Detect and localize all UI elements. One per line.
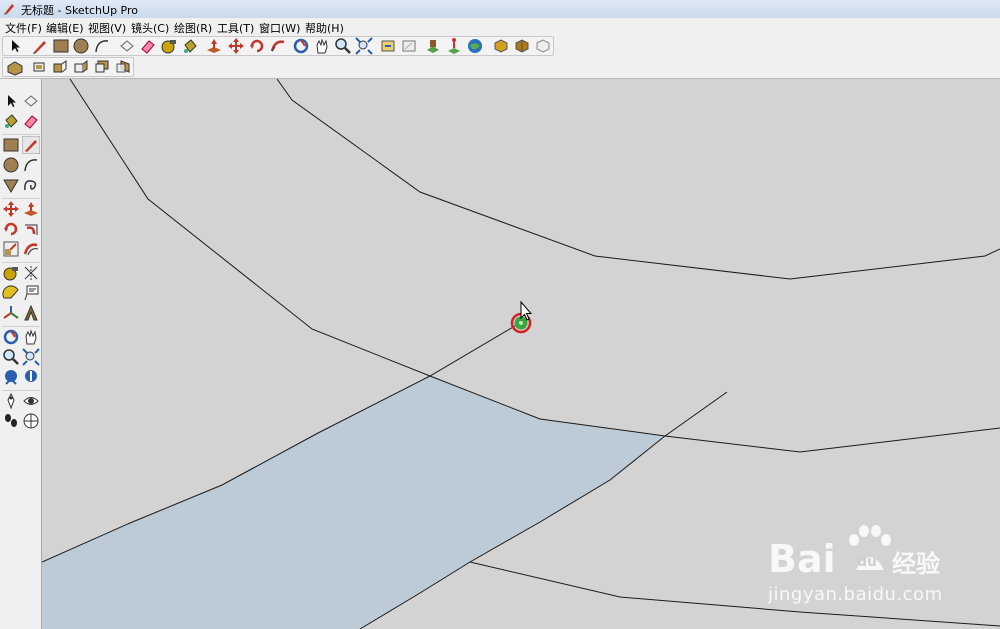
component-icon[interactable]	[534, 37, 552, 55]
select-icon[interactable]	[6, 37, 24, 55]
rotate-icon[interactable]	[248, 37, 266, 55]
paint-bucket-icon[interactable]	[181, 37, 199, 55]
rectangle-tool-icon[interactable]	[2, 136, 20, 154]
window-title: 无标题 - SketchUp Pro	[21, 4, 139, 17]
follow-me-tool-icon[interactable]	[22, 220, 40, 238]
push-pull-tool-icon[interactable]	[22, 200, 40, 218]
menu-bar: 文件(F) 编辑(E) 视图(V) 镜头(C) 绘图(R) 工具(T) 窗口(W…	[0, 18, 1000, 35]
tape-measure-icon[interactable]	[160, 37, 178, 55]
make-component-icon[interactable]	[118, 37, 136, 55]
zoom-tool-icon[interactable]	[2, 348, 20, 366]
top-view-icon[interactable]	[30, 58, 48, 76]
toolbar-area	[0, 35, 1000, 79]
tape-measure-tool-icon[interactable]	[2, 264, 20, 282]
scale-tool-icon[interactable]	[2, 240, 20, 258]
baidu-jingyan-url: jingyan.baidu.com	[768, 584, 943, 605]
place-model-icon[interactable]	[424, 37, 442, 55]
pan-icon[interactable]	[313, 37, 331, 55]
rectangle-icon[interactable]	[52, 37, 70, 55]
svg-text:Bai: Bai	[768, 537, 836, 581]
position-camera-icon[interactable]	[2, 392, 20, 410]
share-model-icon[interactable]	[400, 37, 418, 55]
svg-text:du: du	[857, 554, 877, 570]
get-components-icon[interactable]	[492, 37, 510, 55]
front-view-icon[interactable]	[51, 58, 69, 76]
pencil-tool-icon[interactable]	[22, 136, 40, 154]
baidu-jingyan-watermark-logo: Bai 经验 du	[766, 520, 946, 582]
menu-file[interactable]: 文件(F)	[5, 20, 42, 36]
previous-view-icon[interactable]	[2, 368, 20, 386]
zoom-extents-tool-icon[interactable]	[22, 348, 40, 366]
menu-view[interactable]: 视图(V)	[88, 20, 126, 36]
eraser-tool-icon[interactable]	[22, 112, 40, 130]
left-view-icon[interactable]	[114, 58, 132, 76]
zoom-extents-icon[interactable]	[355, 37, 373, 55]
section-plane-icon[interactable]	[22, 412, 40, 430]
large-tool-set-toolbar	[0, 79, 42, 629]
separator	[2, 326, 40, 327]
walk-icon[interactable]	[2, 412, 20, 430]
rotate-tool-icon[interactable]	[2, 220, 20, 238]
make-component-tool-icon[interactable]	[22, 92, 40, 110]
share-component-icon[interactable]	[513, 37, 531, 55]
sketchup-app-icon	[3, 2, 16, 15]
location-icon[interactable]	[445, 37, 463, 55]
look-around-icon[interactable]	[22, 392, 40, 410]
iso-view-icon[interactable]	[6, 58, 24, 76]
push-pull-icon[interactable]	[205, 37, 223, 55]
protractor-tool-icon[interactable]	[2, 284, 20, 302]
orbit-tool-icon[interactable]	[2, 328, 20, 346]
separator	[2, 134, 40, 135]
move-icon[interactable]	[227, 37, 245, 55]
right-view-icon[interactable]	[72, 58, 90, 76]
google-earth-icon[interactable]	[466, 37, 484, 55]
zoom-icon[interactable]	[334, 37, 352, 55]
separator	[2, 262, 40, 263]
orbit-icon[interactable]	[292, 37, 310, 55]
title-bar: 无标题 - SketchUp Pro	[0, 0, 1000, 18]
dimension-tool-icon[interactable]	[22, 264, 40, 282]
back-view-icon[interactable]	[93, 58, 111, 76]
get-models-icon[interactable]	[379, 37, 397, 55]
circle-tool-icon[interactable]	[2, 156, 20, 174]
menu-help[interactable]: 帮助(H)	[305, 20, 344, 36]
separator	[2, 198, 40, 199]
arc-tool-icon[interactable]	[22, 156, 40, 174]
svg-text:经验: 经验	[892, 550, 940, 578]
freehand-tool-icon[interactable]	[22, 176, 40, 194]
eraser-icon[interactable]	[139, 37, 157, 55]
select-tool-icon[interactable]	[2, 92, 20, 110]
follow-me-icon[interactable]	[269, 37, 287, 55]
3d-text-tool-icon[interactable]	[22, 304, 40, 322]
menu-draw[interactable]: 绘图(R)	[174, 20, 212, 36]
polygon-tool-icon[interactable]	[2, 176, 20, 194]
pan-tool-icon[interactable]	[22, 328, 40, 346]
arc-icon[interactable]	[93, 37, 111, 55]
pencil-icon[interactable]	[31, 37, 49, 55]
paint-bucket-tool-icon[interactable]	[2, 112, 20, 130]
menu-window[interactable]: 窗口(W)	[259, 20, 300, 36]
menu-camera[interactable]: 镜头(C)	[131, 20, 169, 36]
menu-tools[interactable]: 工具(T)	[217, 20, 254, 36]
next-view-icon[interactable]	[22, 368, 40, 386]
axes-tool-icon[interactable]	[2, 304, 20, 322]
text-tool-icon[interactable]	[22, 284, 40, 302]
separator	[2, 390, 40, 391]
circle-icon[interactable]	[72, 37, 90, 55]
offset-tool-icon[interactable]	[22, 240, 40, 258]
menu-edit[interactable]: 编辑(E)	[46, 20, 84, 36]
move-tool-icon[interactable]	[2, 200, 20, 218]
